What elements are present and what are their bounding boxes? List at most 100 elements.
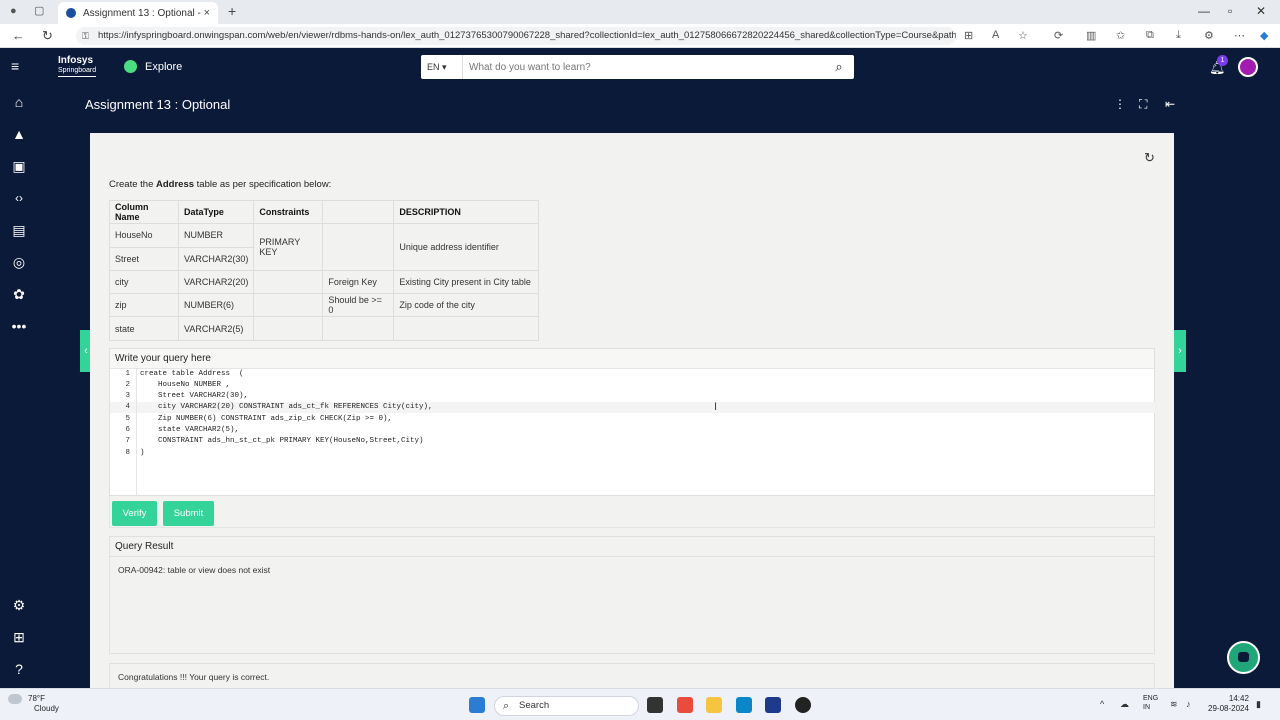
favorite-icon[interactable]: ☆: [1018, 29, 1028, 42]
windows-start-icon[interactable]: [469, 697, 485, 713]
code-line[interactable]: ): [140, 449, 145, 457]
input-language[interactable]: ENG IN: [1143, 694, 1158, 712]
code-line[interactable]: Street VARCHAR2(30),: [140, 392, 248, 400]
code-line[interactable]: city VARCHAR2(20) CONSTRAINT ads_ct_fk R…: [140, 403, 433, 411]
query-editor[interactable]: Write your query here 1 2 3 4 5 6 7 8 cr…: [109, 348, 1155, 496]
instruction-suffix: table as per specification below:: [194, 179, 332, 190]
profile-icon[interactable]: ●: [10, 5, 17, 17]
address-bar: ← ↻ ⚿ https://infyspringboard.onwingspan…: [0, 24, 1280, 48]
taskbar-search[interactable]: ⌕ Search: [494, 696, 639, 716]
search-icon[interactable]: ⌕: [824, 59, 854, 75]
result-message: ORA-00942: table or view does not exist: [118, 565, 271, 575]
settings-menu-icon[interactable]: ⋯: [1234, 29, 1245, 42]
table-cell: Should be >= 0: [322, 293, 395, 318]
apps-icon[interactable]: ⊞: [964, 29, 973, 42]
column-header: DataType: [177, 199, 255, 225]
close-window-icon[interactable]: ✕: [1256, 4, 1266, 18]
code-icon[interactable]: ‹›: [10, 189, 28, 207]
tray-chevron-icon[interactable]: ^: [1100, 699, 1104, 709]
search-input[interactable]: [463, 56, 824, 78]
result-label: Query Result: [110, 537, 1154, 557]
taskbar-search-label: Search: [519, 700, 550, 711]
weather-widget[interactable]: 78°F Cloudy: [8, 694, 59, 714]
clock[interactable]: 14:42 29-08-2024: [1208, 694, 1249, 714]
logo-text: Infosys: [58, 55, 94, 66]
download-icon[interactable]: ⤓: [1176, 29, 1181, 42]
store-icon[interactable]: [765, 697, 781, 713]
code-line[interactable]: state VARCHAR2(5),: [140, 426, 239, 434]
settings-icon[interactable]: ⚙: [10, 596, 28, 614]
code-line[interactable]: HouseNo NUMBER ,: [140, 381, 230, 389]
table-header-row: Column Name DataType Constraints DESCRIP…: [109, 199, 540, 225]
target-icon[interactable]: ◎: [10, 253, 28, 271]
line-number: 5: [125, 415, 130, 423]
refresh-icon[interactable]: ↻: [1144, 150, 1155, 166]
task-view-icon[interactable]: [647, 697, 663, 713]
notifications-icon[interactable]: ▮: [1256, 699, 1261, 710]
code-line[interactable]: create table Address (: [140, 370, 244, 378]
logo-subtext: Springboard: [58, 67, 97, 74]
tab-actions-icon[interactable]: ▢: [34, 4, 44, 17]
region-code: IN: [1143, 704, 1150, 711]
browser-tab[interactable]: Assignment 13 : Optional - View ×: [58, 2, 218, 24]
minimize-icon[interactable]: —: [1198, 4, 1210, 18]
close-tab-icon[interactable]: ×: [204, 7, 210, 19]
split-screen-icon[interactable]: ▥: [1086, 29, 1096, 42]
wifi-icon[interactable]: ≋: [1170, 699, 1178, 710]
volume-icon[interactable]: ♪: [1186, 699, 1191, 709]
new-tab-button[interactable]: +: [228, 3, 236, 19]
assignment-panel: ↻ Create the Address table as per specif…: [90, 133, 1174, 688]
assignment-icon[interactable]: ▣: [10, 157, 28, 175]
url-field[interactable]: ⚿ https://infyspringboard.onwingspan.com…: [76, 27, 956, 45]
app-icon[interactable]: [795, 697, 811, 713]
collections-icon[interactable]: ⧉: [1146, 29, 1154, 42]
infosys-springboard-logo[interactable]: Infosys Springboard: [58, 55, 97, 77]
chatbot-icon[interactable]: [1227, 641, 1260, 674]
maximize-icon[interactable]: ▫: [1228, 4, 1232, 18]
code-line[interactable]: CONSTRAINT ads_hn_st_ct_pk PRIMARY KEY(H…: [140, 437, 424, 445]
chevron-down-icon: ▾: [442, 62, 447, 72]
table-cell: city: [109, 269, 179, 295]
read-aloud-icon[interactable]: A: [992, 29, 999, 41]
favorites-bar-icon[interactable]: ✩: [1116, 29, 1125, 42]
explore-link[interactable]: Explore: [124, 60, 182, 73]
language-code: ENG: [1143, 695, 1159, 702]
line-number: 3: [125, 392, 130, 400]
line-number: 8: [125, 449, 130, 457]
avatar[interactable]: [1238, 57, 1258, 77]
verify-button[interactable]: Verify: [112, 501, 157, 526]
help-icon[interactable]: ?: [10, 660, 28, 678]
fullscreen-icon[interactable]: ⛶: [1139, 97, 1147, 112]
table-row: state VARCHAR2(5): [109, 316, 540, 341]
more-vertical-icon[interactable]: ⋮: [1114, 97, 1126, 111]
sidebar: ⌂ ▲ ▣ ‹› ▤ ◎ ✿ ••• ⚙ ⊞ ?: [0, 48, 38, 688]
copilot-app-icon[interactable]: [677, 697, 693, 713]
reload-icon[interactable]: ↻: [42, 28, 53, 44]
copilot-icon[interactable]: ◆: [1260, 29, 1268, 42]
more-icon[interactable]: •••: [10, 317, 28, 335]
network-status-icon[interactable]: ☁: [1120, 699, 1129, 710]
edge-browser-icon[interactable]: [736, 697, 752, 713]
page-title: Assignment 13 : Optional: [85, 97, 231, 112]
file-explorer-icon[interactable]: [706, 697, 722, 713]
home-icon[interactable]: ⌂: [10, 93, 28, 111]
chat-icon[interactable]: ▤: [10, 221, 28, 239]
language-select[interactable]: EN ▾: [421, 55, 463, 79]
line-number: 6: [125, 426, 130, 434]
specification-table: Column Name DataType Constraints DESCRIP…: [109, 199, 540, 341]
sync-icon[interactable]: ⟳: [1054, 29, 1063, 42]
lock-icon: ⚿: [82, 31, 89, 41]
extensions-icon[interactable]: ⚙: [1204, 29, 1214, 42]
site-favicon-icon: [66, 8, 76, 18]
code-line[interactable]: Zip NUMBER(6) CONSTRAINT ads_zip_ck CHEC…: [140, 415, 392, 423]
navigation-icon[interactable]: ▲: [10, 125, 28, 143]
submit-button[interactable]: Submit: [163, 501, 214, 526]
next-arrow-button[interactable]: ›: [1174, 330, 1186, 372]
line-number: 7: [125, 437, 130, 445]
compass-icon: [124, 60, 137, 73]
column-header: Constraints: [253, 199, 324, 225]
collapse-panel-icon[interactable]: ⇤: [1165, 97, 1175, 111]
grid-icon[interactable]: ⊞: [10, 628, 28, 646]
back-icon[interactable]: ←: [12, 28, 25, 43]
community-icon[interactable]: ✿: [10, 285, 28, 303]
